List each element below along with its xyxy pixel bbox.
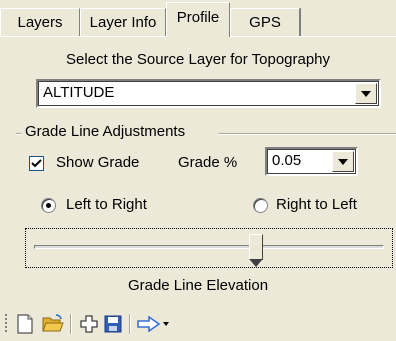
- arrow-pointer-icon: [137, 316, 161, 332]
- left-to-right-radio[interactable]: [41, 198, 56, 213]
- source-layer-dropdown-button[interactable]: [355, 83, 377, 104]
- chevron-down-icon: [163, 322, 169, 326]
- toolbar-grip[interactable]: [5, 314, 7, 334]
- toolbar-separator: [70, 314, 72, 334]
- group-border-right: [218, 133, 396, 135]
- tab-gps[interactable]: GPS: [230, 8, 300, 36]
- add-button[interactable]: [78, 313, 100, 335]
- toolbar-separator: [129, 314, 131, 334]
- slider-track: [34, 245, 384, 249]
- group-title: Grade Line Adjustments: [25, 123, 186, 140]
- checkmark-icon: [31, 159, 42, 168]
- tab-profile[interactable]: Profile: [166, 2, 230, 37]
- source-layer-value: ALTITUDE: [43, 84, 115, 101]
- show-grade-checkbox[interactable]: [29, 156, 44, 171]
- group-border-left: [16, 133, 22, 135]
- right-to-left-label: Right to Left: [276, 196, 357, 213]
- save-disk-icon: [104, 315, 122, 333]
- chevron-down-icon: [338, 158, 348, 165]
- add-plus-icon: [80, 315, 98, 333]
- open-folder-icon: [42, 314, 64, 332]
- show-grade-label: Show Grade: [56, 154, 140, 171]
- tab-strip: Layers Layer Info Profile GPS: [0, 0, 396, 37]
- source-layer-prompt: Select the Source Layer for Topography: [65, 51, 331, 68]
- new-button[interactable]: [14, 313, 36, 335]
- grade-combobox[interactable]: 0.05: [265, 147, 358, 176]
- bottom-toolbar: [0, 306, 396, 341]
- chevron-down-icon: [361, 90, 371, 97]
- save-button[interactable]: [102, 313, 124, 335]
- grade-elevation-slider[interactable]: [25, 228, 393, 268]
- grade-dropdown-button[interactable]: [332, 151, 354, 172]
- tab-layers[interactable]: Layers: [0, 8, 80, 36]
- grade-value: 0.05: [272, 152, 302, 169]
- source-layer-combobox[interactable]: ALTITUDE: [36, 79, 381, 108]
- slider-caption: Grade Line Elevation: [127, 277, 269, 294]
- new-document-icon: [17, 314, 33, 334]
- radio-selected-dot: [46, 203, 51, 208]
- right-to-left-radio[interactable]: [253, 198, 268, 213]
- profile-panel: Layers Layer Info Profile GPS Select the…: [0, 0, 396, 341]
- open-button[interactable]: [42, 313, 64, 335]
- left-to-right-label: Left to Right: [66, 196, 147, 213]
- tab-strip-filler: [300, 8, 396, 36]
- grade-percent-label: Grade %: [178, 154, 238, 171]
- slider-thumb[interactable]: [249, 234, 264, 267]
- tab-layer-info[interactable]: Layer Info: [80, 8, 166, 36]
- profile-content: Select the Source Layer for Topography A…: [0, 37, 396, 303]
- pointer-dropdown-button[interactable]: [160, 313, 172, 335]
- pointer-button[interactable]: [136, 313, 162, 335]
